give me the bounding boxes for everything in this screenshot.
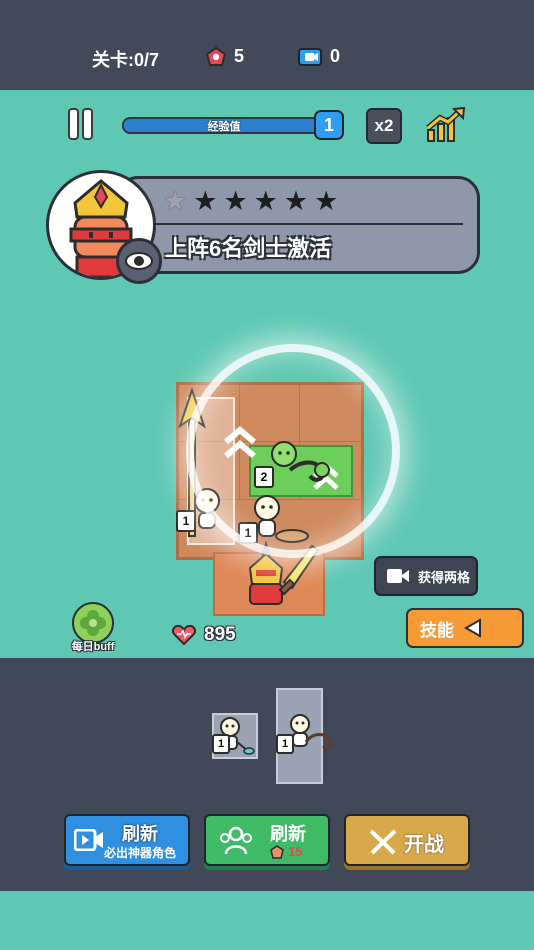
quest-description: 上阵6名剑士激活 [165,236,332,261]
start-battle-button[interactable]: 开战 [344,814,470,866]
base-health: 895 [172,624,236,646]
crossed-swords-icon [369,829,397,855]
skill-button[interactable]: 技能 [406,608,524,648]
top-status-bar: 关卡:0/7 5 0 [0,0,534,90]
star-icon: ★ [253,186,278,216]
activation-energy-ring [186,344,400,558]
experience-bar: 经验值 [122,117,326,134]
quest-star-rating: ★ ★ ★ ★ ★ ★ [163,187,338,215]
health-value: 895 [204,624,236,645]
video-camera-icon [74,829,103,851]
gem-count: 5 [234,46,245,66]
refresh-gem-button[interactable]: 刷新 15 [204,814,330,866]
star-icon: ★ [223,186,248,216]
video-camera-icon [387,569,409,583]
quest-divider [149,223,463,225]
stage-progress-label: 关卡:0/7 [92,50,160,70]
refresh-gem-title: 刷新 [270,824,306,844]
star-icon: ★ [314,186,339,216]
trend-up-icon[interactable] [424,106,468,144]
ticket-counter: 0 [298,46,340,67]
skill-label: 技能 [420,620,454,640]
view-eye-icon[interactable] [116,238,162,284]
star-icon: ★ [283,186,309,216]
player-level-badge: 1 [314,110,344,140]
pause-icon[interactable] [70,110,94,138]
gem-counter: 5 [206,46,244,67]
arrow-left-icon [464,618,481,638]
bottom-sea-strip [0,891,534,950]
refresh-gem-cost: 15 [270,844,302,859]
refresh-video-title: 刷新 [122,824,158,844]
refresh-video-button[interactable]: 刷新 必出神器角色 [64,814,190,866]
get-two-cells-label: 获得两格 [418,569,471,585]
daily-buff-button[interactable]: 每日buff [66,600,118,656]
card-level-badge: 1 [212,734,230,754]
red-gem-icon [206,46,226,66]
daily-buff-label: 每日buff [71,641,115,653]
video-ticket-icon [298,47,322,66]
speed-toggle-button[interactable]: x2 [366,108,402,144]
star-icon: ★ [163,186,188,216]
ticket-count: 0 [330,46,341,66]
heart-icon [172,625,196,645]
card-level-badge: 1 [276,734,294,754]
refresh-video-subtitle: 必出神器角色 [104,846,177,860]
refresh-gem-cost-value: 15 [288,844,303,859]
quest-banner: ★ ★ ★ ★ ★ ★ 上阵6名剑士激活 [116,176,480,274]
experience-label: 经验值 [207,121,241,133]
team-members-icon [220,826,252,855]
start-battle-label: 开战 [404,834,444,856]
get-two-cells-button[interactable]: 获得两格 [374,556,478,596]
star-icon: ★ [193,186,218,216]
stage-progress: 关卡:0/7 [92,46,159,72]
unit-level-badge: 1 [176,510,196,532]
red-gem-icon [270,844,284,859]
